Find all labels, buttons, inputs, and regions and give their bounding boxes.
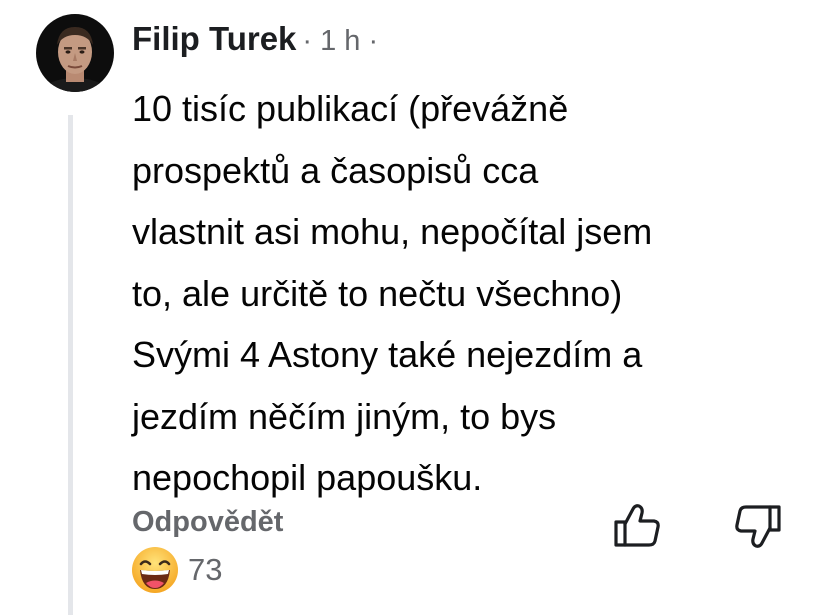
thumbs-up-icon[interactable] [612,500,662,550]
comment-line: 10 tisíc publikací (převážně [132,88,569,129]
reaction-count: 73 [188,552,223,587]
author-name[interactable]: Filip Turek [132,20,296,58]
thread-line [68,115,73,615]
reaction-summary[interactable]: 73 [130,545,222,595]
reply-button[interactable]: Odpovědět [132,506,283,539]
comment-timestamp[interactable]: · 1 h · [302,25,378,58]
comment-line: to, ale určitě to nečtu všechno) [132,272,623,314]
comment-line: nepochopil papoušku. [132,457,483,498]
comment-line: Svými 4 Astony také nejezdím a [132,334,643,375]
thumbs-down-icon[interactable] [733,502,783,552]
comment-line: vlastnit asi mohu, nepočítal jsem [132,211,653,252]
avatar-image [36,14,114,92]
comment-text: 10 tisíc publikací (převážně prospektů a… [132,78,812,509]
comment-header: Filip Turek · 1 h · [132,20,378,60]
avatar[interactable] [36,14,114,92]
comment-line: prospektů a časopisů cca [132,149,539,191]
comment-line: jezdím něčím jiným, to bys [132,395,557,437]
laughing-emoji-icon [132,547,178,593]
